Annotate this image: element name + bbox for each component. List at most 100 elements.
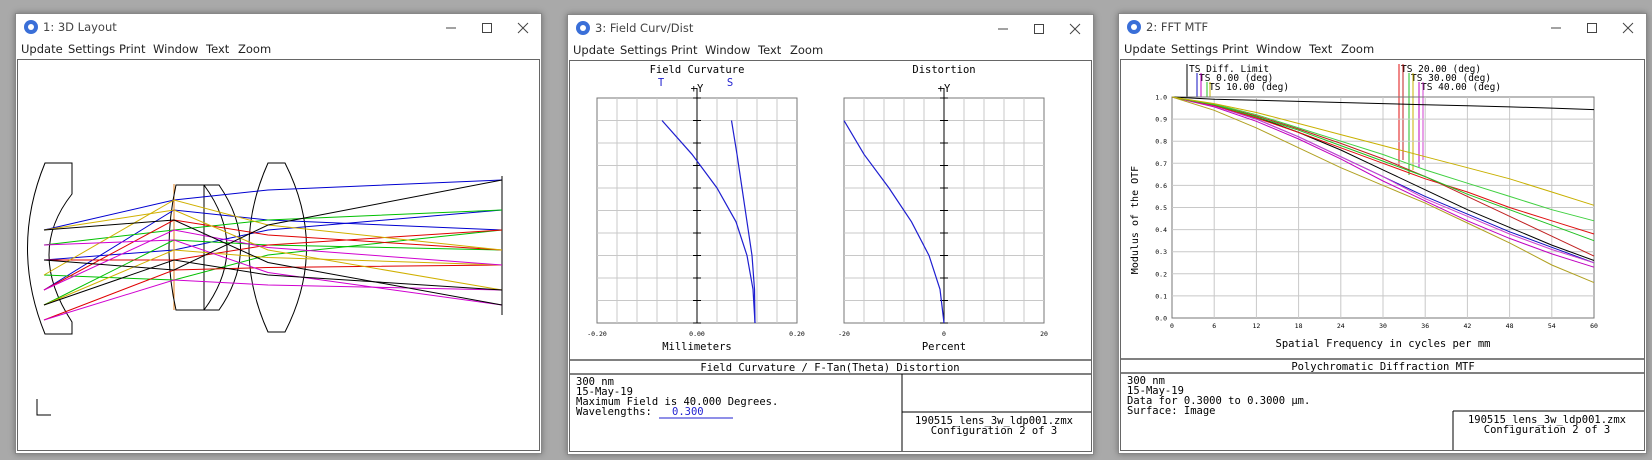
ray-fan: [43, 179, 503, 321]
maximize-button[interactable]: [1026, 18, 1052, 38]
dist-curves: [843, 120, 945, 324]
layout-canvas[interactable]: [17, 59, 540, 451]
dist-x-tick-1: 0: [942, 330, 946, 338]
menu-window[interactable]: Window: [1256, 42, 1301, 56]
menu-zoom[interactable]: Zoom: [238, 42, 271, 56]
menu-text[interactable]: Text: [206, 42, 229, 56]
mtf-y-tick-label: 0.8: [1155, 138, 1167, 146]
mtf-grid: [1171, 96, 1595, 319]
mtf-x-tick-label: 12: [1252, 322, 1260, 330]
fc-dist-plot: Field Curvature T S +Y -0.20 0.00 0.20 M…: [570, 64, 1091, 451]
window-fft-mtf[interactable]: 2: FFT MTF Update Settings Print Window …: [1118, 13, 1647, 454]
mtf-x-tick-label: 36: [1421, 322, 1429, 330]
mtf-ylabel: Modulus of the OTF: [1130, 166, 1141, 274]
fc-curves: [661, 120, 756, 324]
fc-series-t: [661, 120, 756, 324]
minimize-button[interactable]: [438, 17, 464, 37]
dist-grid: [843, 88, 1045, 324]
mtf-y-tick-label: 0.3: [1155, 248, 1167, 256]
footer-title: Polychromatic Diffraction MTF: [1291, 361, 1474, 373]
fc-s-label: S: [727, 77, 733, 89]
maximize-button[interactable]: [1579, 17, 1605, 37]
fc-x-tick-1: 0.00: [689, 330, 705, 338]
minimize-button[interactable]: [990, 18, 1016, 38]
window-3d-layout[interactable]: 1: 3D Layout Update Settings Print Windo…: [15, 13, 542, 454]
menu-update[interactable]: Update: [573, 43, 615, 57]
fc-x-tick-0: -0.20: [587, 330, 607, 338]
fc-dist-canvas[interactable]: Field Curvature T S +Y -0.20 0.00 0.20 M…: [569, 60, 1092, 452]
close-button[interactable]: [1615, 17, 1641, 37]
close-button[interactable]: [1062, 18, 1088, 38]
lens-layout-drawing: [27, 162, 503, 416]
mtf-y-tick-label: 0.0: [1155, 315, 1167, 323]
titlebar[interactable]: 2: FFT MTF: [1119, 14, 1646, 40]
window-title: 1: 3D Layout: [43, 20, 117, 34]
wavelengths-label: Wavelengths:: [576, 406, 652, 418]
menu-print[interactable]: Print: [671, 43, 697, 57]
menu-window[interactable]: Window: [705, 43, 750, 57]
ray-15: [43, 259, 503, 306]
window-field-curv-dist[interactable]: 3: Field Curv/Dist Update Settings Print…: [567, 14, 1094, 455]
mtf-x-tick-label: 42: [1463, 322, 1471, 330]
mtf-xlabel: Spatial Frequency in cycles per mm: [1276, 338, 1491, 350]
fc-x-tick-2: 0.20: [789, 330, 805, 338]
mtf-y-tick-label: 0.4: [1155, 226, 1167, 234]
ray-14: [43, 239, 503, 306]
menubar: Update Settings Print Window Text Zoom: [16, 40, 541, 58]
mtf-canvas[interactable]: TS Diff. Limit TS 0.00 (deg) TS 10.00 (d…: [1120, 59, 1645, 451]
mtf-x-tick-label: 60: [1590, 322, 1598, 330]
menu-settings[interactable]: Settings: [1171, 42, 1218, 56]
menu-update[interactable]: Update: [1124, 42, 1166, 56]
fc-heading: Field Curvature: [650, 64, 745, 76]
menubar: Update Settings Print Window Text Zoom: [568, 41, 1093, 59]
menu-text[interactable]: Text: [758, 43, 781, 57]
mtf-ticks: 0.0 0.1 0.2 0.3 0.4 0.5 0.6 0.7 0.8 0.9 1.0 0 6 12 18 2…: [1155, 94, 1598, 331]
menubar: Update Settings Print Window Text Zoom: [1119, 40, 1646, 58]
mtf-y-tick-label: 0.5: [1155, 204, 1167, 212]
menu-settings[interactable]: Settings: [620, 43, 667, 57]
mtf-y-tick-label: 1.0: [1155, 94, 1167, 102]
menu-window[interactable]: Window: [153, 42, 198, 56]
menu-settings[interactable]: Settings: [68, 42, 115, 56]
wavelengths-value: 0.300: [672, 406, 704, 418]
dist-x-tick-2: 20: [1040, 330, 1048, 338]
configuration: Configuration 2 of 3: [1484, 424, 1610, 436]
menu-print[interactable]: Print: [119, 42, 145, 56]
minimize-button[interactable]: [1543, 17, 1569, 37]
mtf-y-tick-label: 0.6: [1155, 182, 1167, 190]
window-title: 2: FFT MTF: [1146, 20, 1209, 34]
menu-print[interactable]: Print: [1222, 42, 1248, 56]
mtf-y-tick-label: 0.2: [1155, 270, 1167, 278]
mtf-plot: TS Diff. Limit TS 0.00 (deg) TS 10.00 (d…: [1121, 64, 1644, 450]
axis-glyph: [36, 399, 51, 416]
fc-series-s: [730, 120, 756, 324]
menu-text[interactable]: Text: [1309, 42, 1332, 56]
footer-title: Field Curvature / F-Tan(Theta) Distortio…: [700, 362, 959, 374]
dist-xlabel: Percent: [922, 341, 966, 353]
dist-heading: Distortion: [912, 64, 975, 76]
titlebar[interactable]: 1: 3D Layout: [16, 14, 541, 40]
mtf-x-tick-label: 48: [1506, 322, 1514, 330]
menu-zoom[interactable]: Zoom: [790, 43, 823, 57]
legend-f40: TS 40.00 (deg): [1421, 82, 1501, 93]
mtf-x-tick-label: 54: [1548, 322, 1556, 330]
mtf-x-tick-label: 0: [1170, 322, 1174, 330]
mtf-x-tick-label: 6: [1212, 322, 1216, 330]
ray-6: [44, 229, 503, 261]
close-button[interactable]: [510, 17, 536, 37]
info-line-3: Surface: Image: [1127, 405, 1216, 417]
maximize-button[interactable]: [474, 17, 500, 37]
titlebar[interactable]: 3: Field Curv/Dist: [568, 15, 1093, 41]
zemax-app-icon: [1127, 20, 1141, 34]
mtf-y-tick-label: 0.7: [1155, 160, 1167, 168]
mtf-x-tick-label: 30: [1379, 322, 1387, 330]
fc-t-label: T: [658, 77, 665, 89]
legend-f10: TS 10.00 (deg): [1209, 82, 1289, 93]
fc-xlabel: Millimeters: [662, 341, 732, 353]
mtf-y-tick-label: 0.9: [1155, 116, 1167, 124]
dist-x-tick-0: -20: [838, 330, 850, 338]
menu-zoom[interactable]: Zoom: [1341, 42, 1374, 56]
mtf-x-tick-label: 18: [1295, 322, 1303, 330]
menu-update[interactable]: Update: [21, 42, 63, 56]
window-title: 3: Field Curv/Dist: [595, 21, 694, 35]
